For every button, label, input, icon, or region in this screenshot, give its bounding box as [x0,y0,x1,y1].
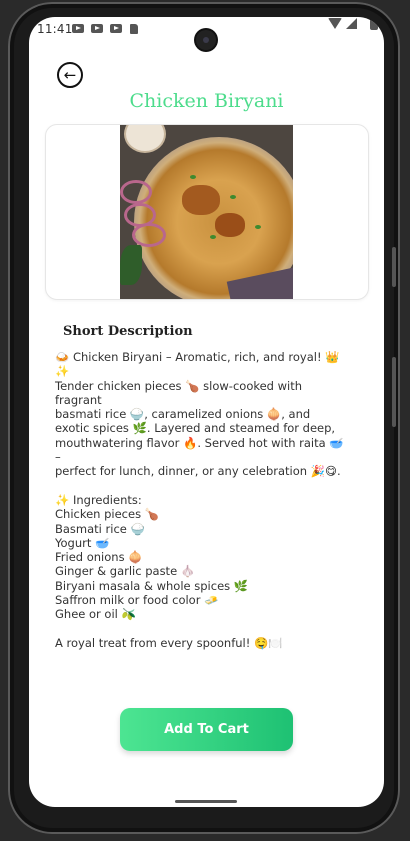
arrow-left-icon: ← [63,65,77,84]
mint-leaves [120,245,142,285]
description-heading: Short Description [63,324,193,339]
food-image [120,125,293,299]
youtube-icon [72,24,84,33]
ingredient-item: Biryani masala & whole spices 🌿 [55,578,249,593]
description-line: basmati rice 🍚, caramelized onions 🧅, an… [55,407,311,422]
ingredient-item: Fried onions 🧅 [55,550,143,565]
signal-icon [346,18,357,29]
onion-ring [120,180,152,204]
herb [255,225,261,229]
herb [190,175,196,179]
chicken-piece [215,213,245,237]
ingredients-heading: ✨ Ingredients: [55,492,142,507]
front-camera [196,30,216,50]
description-line: mouthwatering flavor 🔥. Served hot with … [55,435,344,465]
ingredient-item: Yogurt 🥣 [55,535,110,550]
add-to-cart-button[interactable]: Add To Cart [120,708,293,751]
description-line: exotic spices 🌿. Layered and steamed for… [55,421,336,436]
herb [230,195,236,199]
youtube-icon [110,24,122,33]
herb [210,235,216,239]
description-line: Tender chicken pieces 🍗 slow-cooked with… [55,378,303,407]
description-line: perfect for lunch, dinner, or any celebr… [55,464,341,479]
product-image-card [45,124,369,300]
closing-line: A royal treat from every spoonful! 🤤🍽️ [55,635,283,650]
sd-card-icon [130,24,138,34]
screen: 11:41 ← Chicken Biryani Short Descriptio… [29,17,384,807]
ingredient-item: Basmati rice 🍚 [55,521,145,536]
chicken-piece [182,185,220,215]
ingredient-item: Saffron milk or food color 🧈 [55,593,219,608]
power-button [392,247,396,287]
status-bar: 11:41 [29,17,384,50]
wifi-icon [328,18,342,29]
back-button[interactable]: ← [57,62,83,88]
raita-cup [124,125,166,153]
home-indicator[interactable] [175,800,237,803]
ingredient-item: Chicken pieces 🍗 [55,507,160,522]
ingredient-item: Ghee or oil 🫒 [55,607,136,622]
description-line: 🍛 Chicken Biryani – Aromatic, rich, and … [55,350,340,379]
onion-ring [132,223,166,247]
page-title: Chicken Biryani [129,90,284,112]
volume-button [392,357,396,427]
youtube-icon [91,24,103,33]
ingredient-item: Ginger & garlic paste 🧄 [55,564,196,579]
status-time: 11:41 [37,22,73,36]
description-text: 🍛 Chicken Biryani – Aromatic, rich, and … [55,350,345,650]
battery-icon [370,17,378,30]
